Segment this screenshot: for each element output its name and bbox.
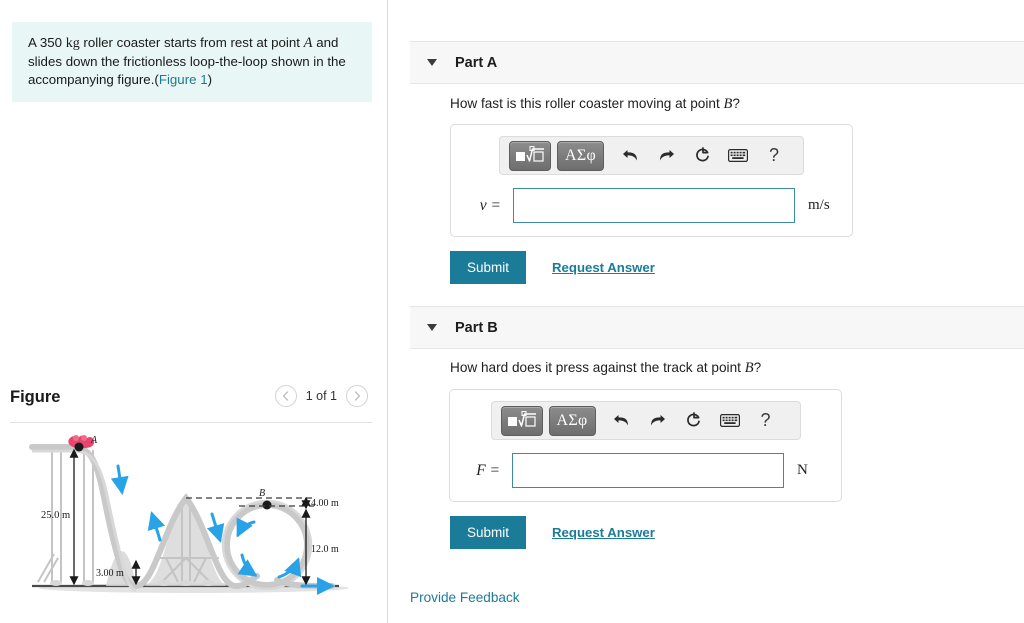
part-a-answer-card: ΑΣφ ? v = m/s <box>450 124 853 237</box>
figure-header: Figure 1 of 1 <box>10 385 372 421</box>
math-template-icon <box>516 146 544 162</box>
left-panel: A 350 kg roller coaster starts from rest… <box>0 0 387 623</box>
figure-label-a: A <box>90 435 98 446</box>
keyboard-icon <box>728 149 749 162</box>
part-b-math-toolbar: ΑΣφ ? <box>490 401 801 440</box>
part-a-header[interactable]: Part A <box>410 41 1024 84</box>
chevron-left-icon <box>283 391 289 401</box>
part-b-answer-input[interactable] <box>512 453 784 488</box>
problem-text-4: ) <box>207 72 213 87</box>
redo-button[interactable] <box>650 141 682 171</box>
keyboard-button[interactable] <box>714 406 746 436</box>
part-b-question-prefix: How hard does it press against the track… <box>450 360 745 375</box>
caret-down-icon <box>427 59 437 66</box>
provide-feedback-link[interactable]: Provide Feedback <box>410 590 520 605</box>
keyboard-button[interactable] <box>722 141 754 171</box>
reset-circular-arrow-icon <box>695 147 709 162</box>
part-a-title: Part A <box>455 54 498 71</box>
greek-letters-button[interactable]: ΑΣφ <box>548 405 596 436</box>
part-a-submit-row: Submit Request Answer <box>450 251 655 284</box>
page-root: A 350 kg roller coaster starts from rest… <box>0 0 1024 623</box>
figure-count-label: 1 of 1 <box>305 389 337 403</box>
part-b-answer-card: ΑΣφ ? F = N <box>449 389 842 502</box>
keyboard-icon <box>719 414 740 427</box>
figure-label-4m: 4.00 m <box>311 498 339 509</box>
figure-point-b-marker <box>262 500 272 510</box>
problem-point-a: A <box>303 35 313 51</box>
undo-arrow-icon <box>614 415 629 426</box>
figure-pagination: 1 of 1 <box>274 385 368 407</box>
part-b-question: How hard does it press against the track… <box>450 360 761 377</box>
figure-divider <box>10 422 372 423</box>
caret-down-icon <box>427 324 437 331</box>
part-a-math-toolbar: ΑΣφ ? <box>499 136 804 175</box>
part-a-question: How fast is this roller coaster moving a… <box>450 96 740 113</box>
part-b-request-answer-link[interactable]: Request Answer <box>552 525 655 540</box>
problem-mass: 350 <box>39 35 63 50</box>
problem-statement: A 350 kg roller coaster starts from rest… <box>12 22 372 102</box>
figure-label-b: B <box>259 488 265 499</box>
reset-button[interactable] <box>686 141 718 171</box>
figure-title: Figure <box>10 388 61 406</box>
chevron-right-icon <box>354 391 360 401</box>
reset-button[interactable] <box>678 406 710 436</box>
part-a-variable-label: v = <box>479 196 501 214</box>
figure-1-link[interactable]: Figure 1 <box>159 72 208 87</box>
part-b-title: Part B <box>455 319 498 336</box>
undo-arrow-icon <box>622 150 637 161</box>
figure-next-button[interactable] <box>346 385 368 407</box>
figure-label-12m: 12.0 m <box>311 544 339 555</box>
help-button[interactable]: ? <box>750 406 782 436</box>
redo-arrow-icon <box>659 150 674 161</box>
part-a-question-prefix: How fast is this roller coaster moving a… <box>450 96 724 111</box>
math-template-button[interactable] <box>509 140 551 171</box>
part-a-unit-label: m/s <box>808 197 830 213</box>
figure-label-25m: 25.0 m <box>41 510 70 521</box>
roller-coaster-figure[interactable]: A B 25.0 m 3.00 m 4.00 m 12.0 m <box>14 430 354 610</box>
part-a-question-suffix: ? <box>732 96 740 111</box>
part-a-submit-button[interactable]: Submit <box>450 251 527 284</box>
undo-button[interactable] <box>614 141 646 171</box>
part-a-request-answer-link[interactable]: Request Answer <box>552 260 655 275</box>
reset-circular-arrow-icon <box>687 412 700 427</box>
problem-text-1: A <box>28 35 40 50</box>
greek-letters-button[interactable]: ΑΣφ <box>557 140 605 171</box>
right-panel: Part A How fast is this roller coaster m… <box>388 0 1024 623</box>
part-b-unit-label: N <box>797 462 808 478</box>
part-b-submit-button[interactable]: Submit <box>450 516 527 549</box>
part-b-header[interactable]: Part B <box>410 306 1024 349</box>
part-b-submit-row: Submit Request Answer <box>450 516 655 549</box>
part-a-answer-input[interactable] <box>513 188 795 223</box>
math-template-button[interactable] <box>500 405 543 436</box>
redo-arrow-icon <box>651 415 666 426</box>
figure-label-3m: 3.00 m <box>96 568 124 579</box>
roller-coaster-diagram: A B 25.0 m 3.00 m 4.00 m 12.0 m <box>29 435 349 595</box>
problem-text-2: roller coaster starts from rest at point <box>79 35 304 50</box>
part-b-question-suffix: ? <box>753 360 762 375</box>
redo-button[interactable] <box>642 406 674 436</box>
part-b-question-var: B <box>744 360 754 376</box>
part-b-input-row: F = N <box>450 453 841 501</box>
undo-button[interactable] <box>606 406 638 436</box>
help-button[interactable]: ? <box>758 141 790 171</box>
figure-prev-button[interactable] <box>274 385 297 407</box>
part-b-variable-label: F = <box>476 461 500 479</box>
math-template-icon <box>507 411 536 427</box>
part-a-input-row: v = m/s <box>451 188 852 236</box>
problem-mass-unit: kg <box>65 36 80 51</box>
